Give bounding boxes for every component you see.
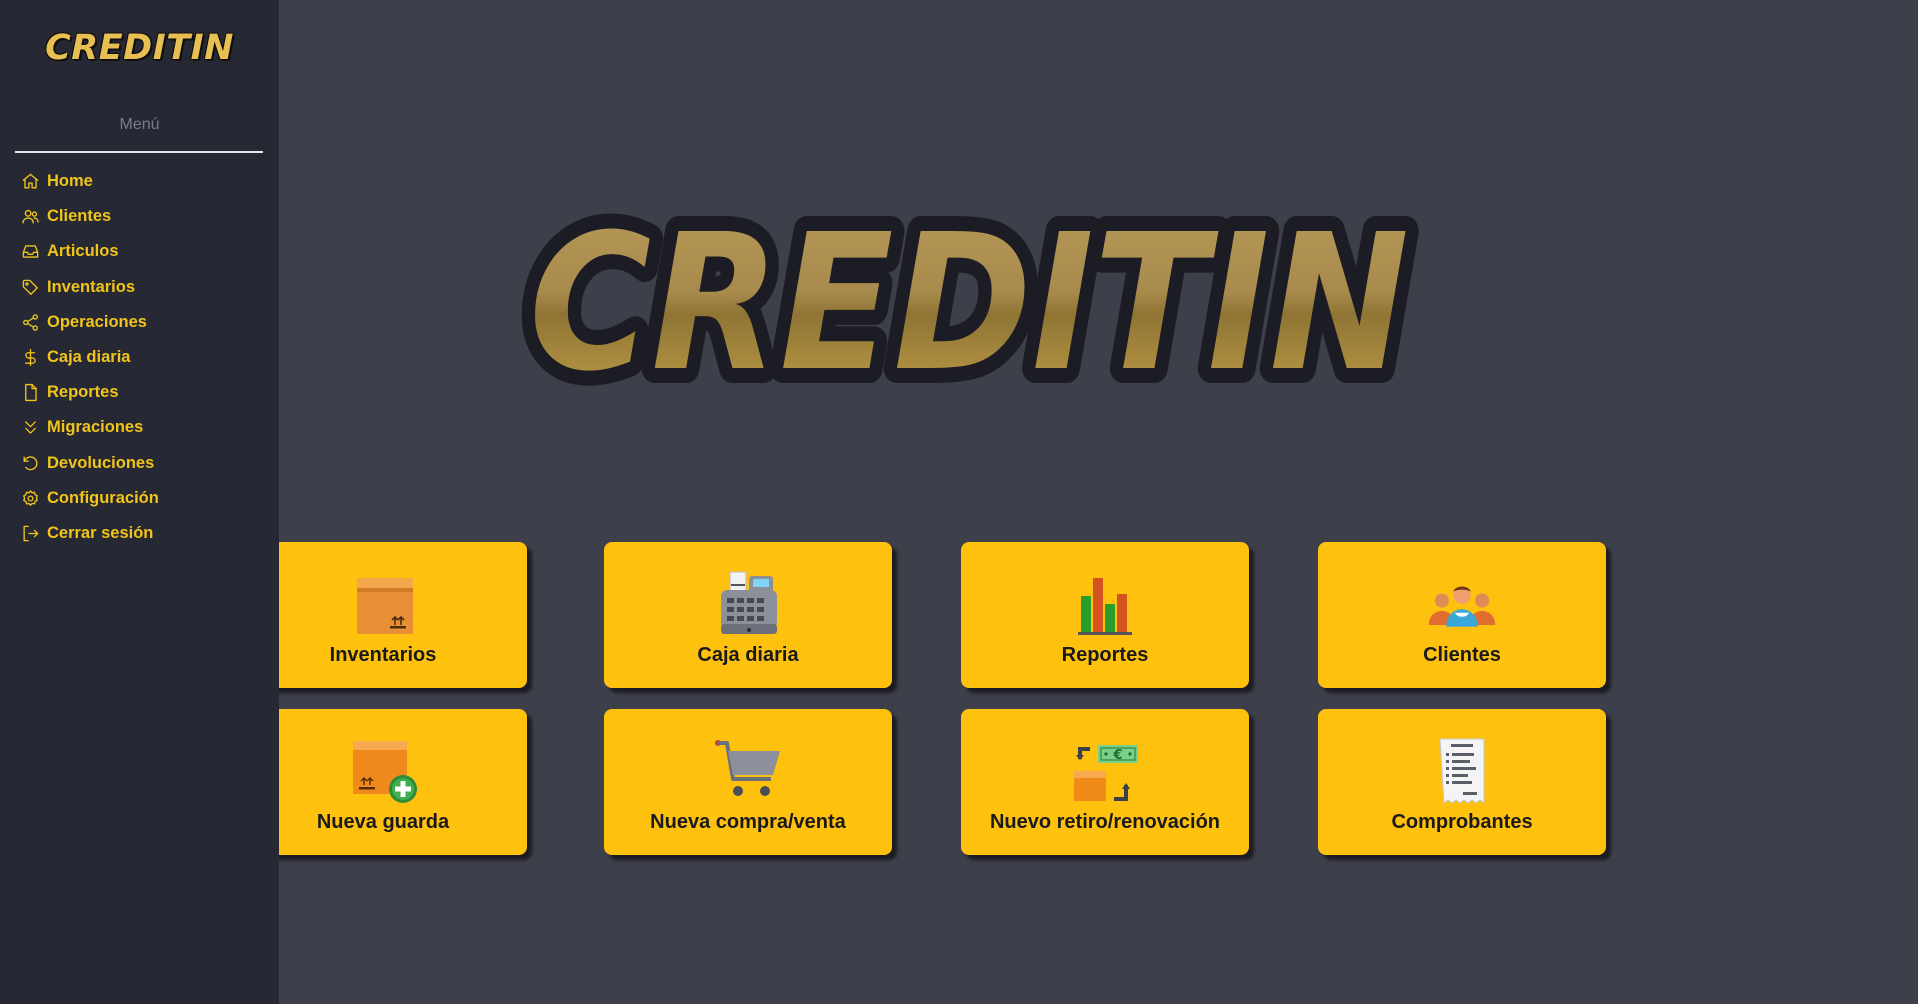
sidebar-item-label: Caja diaria — [47, 348, 131, 367]
rotate-ccw-icon — [20, 453, 40, 473]
dollar-icon — [20, 348, 40, 368]
share-icon — [20, 312, 40, 332]
exchange-money-icon: € — [1070, 737, 1140, 805]
sidebar-item-migraciones[interactable]: Migraciones — [0, 410, 279, 445]
people-group-icon — [1427, 570, 1497, 638]
chevrons-down-icon — [20, 418, 40, 438]
svg-text:€: € — [1112, 748, 1122, 763]
tile-label: Comprobantes — [1391, 811, 1533, 833]
sidebar-item-inventarios[interactable]: Inventarios — [0, 270, 279, 305]
sidebar-item-reportes[interactable]: Reportes — [0, 375, 279, 410]
main-content: CREDITIN CREDITIN Inventarios Caja diari… — [279, 0, 1918, 1004]
home-icon — [20, 172, 40, 192]
bar-chart-icon — [1070, 570, 1140, 638]
sidebar-item-label: Migraciones — [47, 418, 144, 437]
sidebar-item-devoluciones[interactable]: Devoluciones — [0, 446, 279, 481]
box-add-icon — [348, 737, 418, 805]
tile-inventarios[interactable]: Inventarios — [279, 542, 527, 688]
sidebar: CREDITIN Menú Home Clientes Articulos In… — [0, 0, 279, 1004]
sidebar-item-configuracion[interactable]: Configuración — [0, 481, 279, 516]
sidebar-item-label: Clientes — [47, 207, 112, 226]
sidebar-item-home[interactable]: Home — [0, 164, 279, 199]
sidebar-item-clientes[interactable]: Clientes — [0, 199, 279, 234]
logout-icon — [20, 523, 40, 543]
shopping-cart-icon — [713, 737, 783, 805]
tile-label: Caja diaria — [697, 644, 799, 666]
brand-logo-text: CREDITIN — [529, 208, 1409, 398]
tile-label: Nueva guarda — [316, 811, 450, 833]
sidebar-item-caja-diaria[interactable]: Caja diaria — [0, 340, 279, 375]
sidebar-item-label: Configuración — [47, 488, 159, 507]
tile-label: Nuevo retiro/renovación — [989, 811, 1221, 833]
tile-nueva-guarda[interactable]: Nueva guarda — [279, 709, 527, 855]
sidebar-item-label: Inventarios — [47, 277, 136, 296]
tile-reportes[interactable]: Reportes — [961, 542, 1249, 688]
sidebar-item-label: Devoluciones — [47, 453, 155, 472]
tile-comprobantes[interactable]: Comprobantes — [1318, 709, 1606, 855]
brand-logo: CREDITIN CREDITIN — [514, 208, 1424, 398]
users-icon — [20, 207, 40, 227]
sidebar-item-label: Articulos — [47, 242, 119, 261]
tile-nuevo-retiro-renovacion[interactable]: € Nuevo retiro/renovación — [961, 709, 1249, 855]
receipt-icon — [1427, 737, 1497, 805]
menu-list: Home Clientes Articulos Inventarios Oper… — [0, 164, 279, 551]
cash-register-icon — [713, 570, 783, 638]
sidebar-item-cerrar-sesion[interactable]: Cerrar sesión — [0, 516, 279, 551]
file-icon — [20, 383, 40, 403]
sidebar-logo[interactable]: CREDITIN — [0, 28, 279, 68]
tile-label: Inventarios — [329, 644, 437, 666]
menu-divider — [15, 151, 263, 153]
tag-icon — [20, 277, 40, 297]
sidebar-item-label: Operaciones — [47, 312, 147, 331]
tile-label: Reportes — [1061, 644, 1149, 666]
box-icon — [348, 570, 418, 638]
tile-label: Clientes — [1423, 644, 1501, 666]
sidebar-item-label: Home — [47, 172, 93, 191]
sidebar-item-label: Cerrar sesión — [47, 523, 154, 542]
sidebar-item-label: Reportes — [47, 383, 119, 402]
tile-clientes[interactable]: Clientes — [1318, 542, 1606, 688]
sidebar-item-operaciones[interactable]: Operaciones — [0, 305, 279, 340]
gear-icon — [20, 488, 40, 508]
tile-label: Nueva compra/venta — [650, 811, 846, 833]
tile-caja-diaria[interactable]: Caja diaria — [604, 542, 892, 688]
menu-heading: Menú — [119, 116, 160, 133]
brand-logo-text: CREDITIN — [45, 28, 234, 68]
sidebar-item-articulos[interactable]: Articulos — [0, 234, 279, 269]
tile-nueva-compra-venta[interactable]: Nueva compra/venta — [604, 709, 892, 855]
inbox-icon — [20, 242, 40, 262]
